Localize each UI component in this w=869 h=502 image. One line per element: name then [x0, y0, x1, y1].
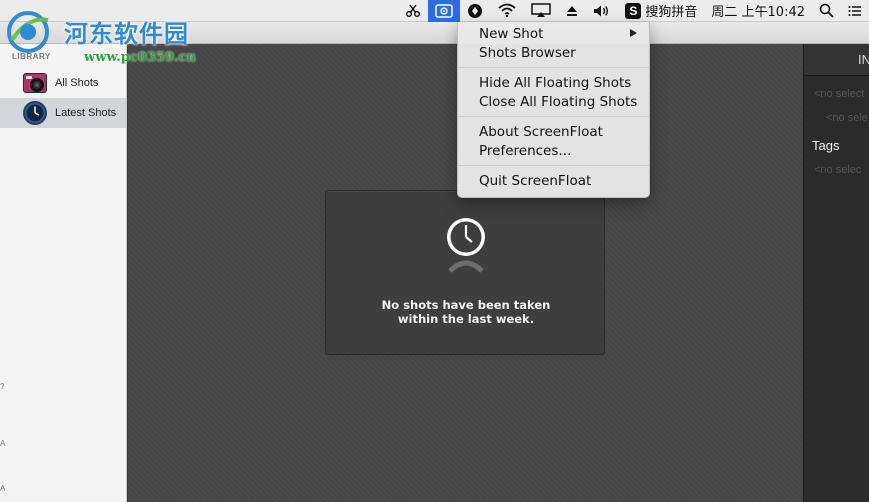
menu-item-label: Quit ScreenFloat — [479, 172, 592, 189]
inspector-header: IN — [804, 44, 869, 76]
empty-state-line2: within the last week. — [397, 312, 535, 326]
menu-item-preferences[interactable]: Preferences... — [458, 141, 649, 160]
menu-item-shots-browser[interactable]: Shots Browser — [458, 43, 649, 62]
window-toolbar — [0, 22, 869, 44]
sidebar-item-label: All Shots — [55, 77, 99, 89]
menu-item-quit[interactable]: Quit ScreenFloat — [458, 171, 649, 190]
submenu-arrow-icon — [630, 29, 637, 37]
input-method-menu[interactable]: S 搜狗拼音 — [618, 0, 704, 22]
menu-item-label: Hide All Floating Shots — [479, 74, 632, 91]
menu-item-new-shot[interactable]: New Shot — [458, 24, 649, 43]
sidebar-item-label: Latest Shots — [55, 107, 117, 119]
edge-mark: A — [0, 439, 6, 448]
menu-item-label: Close All Floating Shots — [479, 93, 638, 110]
notification-center-icon[interactable] — [841, 0, 869, 22]
clock-icon — [447, 218, 485, 273]
inspector-field-3[interactable]: <no selec — [814, 164, 861, 176]
eject-icon[interactable] — [558, 0, 586, 22]
camera-icon — [23, 73, 47, 93]
menu-item-about[interactable]: About ScreenFloat — [458, 122, 649, 141]
menu-item-close-all-floating-shots[interactable]: Close All Floating Shots — [458, 92, 649, 111]
screenfloat-icon[interactable] — [428, 0, 461, 22]
menu-item-label: New Shot — [479, 25, 544, 42]
volume-icon[interactable] — [586, 0, 618, 22]
wifi-icon[interactable] — [490, 0, 524, 22]
sidebar-header: LIBRARY — [12, 52, 51, 61]
empty-state-card: No shots have been taken within the last… — [325, 190, 605, 355]
inspector-field-1[interactable]: <no select — [814, 88, 864, 100]
sidebar-item-latest-shots[interactable]: Latest Shots — [0, 98, 126, 128]
search-icon[interactable] — [812, 0, 841, 22]
clock-icon — [23, 101, 47, 125]
menu-item-label: Preferences... — [479, 142, 572, 159]
clock-label: 周二 上午10:42 — [711, 5, 805, 20]
menu-item-hide-all-floating-shots[interactable]: Hide All Floating Shots — [458, 73, 649, 92]
airplay-icon[interactable] — [524, 0, 558, 22]
menu-item-label: Shots Browser — [479, 44, 576, 61]
menu-separator — [458, 165, 649, 166]
inspector-panel: IN <no select <no sele Tags <no selec — [803, 44, 869, 502]
menu-separator — [458, 116, 649, 117]
menu-bar: S 搜狗拼音 周二 上午10:42 — [0, 0, 869, 22]
vpn-shield-icon[interactable] — [460, 0, 490, 22]
scissors-icon[interactable] — [398, 0, 428, 22]
menu-item-label: About ScreenFloat — [479, 123, 603, 140]
clock-menu[interactable]: 周二 上午10:42 — [704, 0, 812, 22]
input-method-label: 搜狗拼音 — [645, 5, 698, 20]
edge-mark: ? — [0, 382, 5, 391]
edge-mark: A — [0, 484, 6, 493]
empty-state-line1: No shots have been taken — [381, 298, 551, 312]
menu-separator — [458, 67, 649, 68]
sogou-icon: S — [625, 2, 642, 19]
screenfloat-menu: New Shot Shots Browser Hide All Floating… — [457, 22, 650, 198]
empty-state-message: No shots have been taken within the last… — [326, 298, 606, 326]
inspector-field-2[interactable]: <no sele — [826, 112, 868, 124]
sidebar-item-all-shots[interactable]: All Shots — [0, 68, 126, 98]
tags-label: Tags — [812, 138, 840, 153]
library-sidebar: LIBRARY All Shots Latest Shots ? A A — [0, 44, 127, 502]
